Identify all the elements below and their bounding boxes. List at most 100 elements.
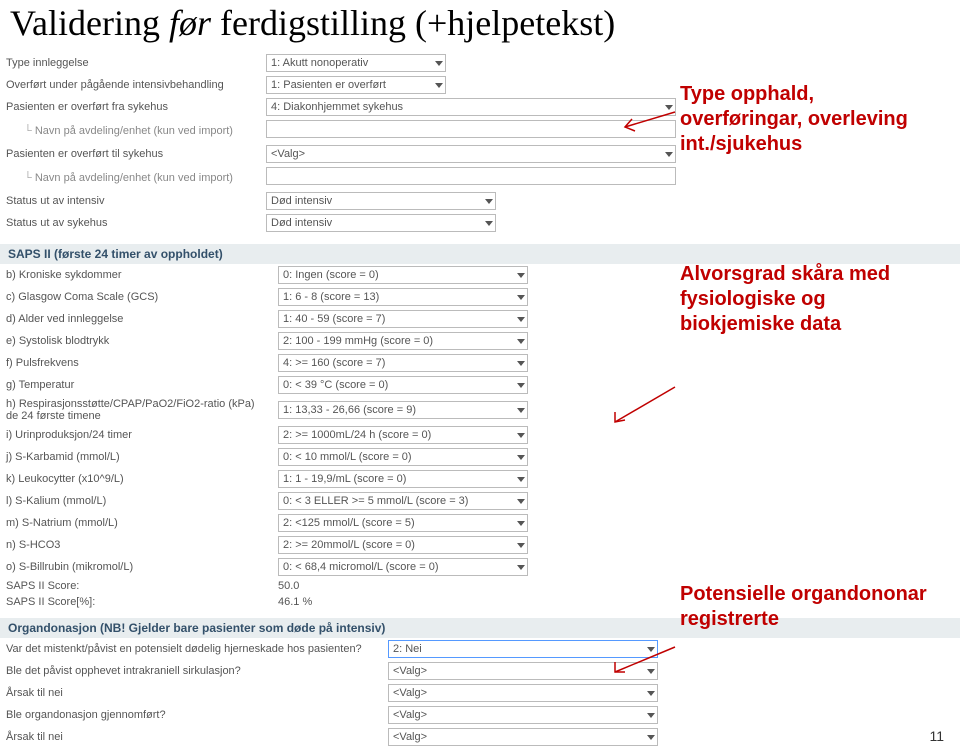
- chevron-down-icon: [517, 477, 525, 482]
- chevron-down-icon: [485, 199, 493, 204]
- dropdown[interactable]: 0: < 10 mmol/L (score = 0): [278, 448, 528, 466]
- dropdown[interactable]: <Valg>: [266, 145, 676, 163]
- callout-type-opphald: Type opphald, overføringar, overleving i…: [680, 82, 940, 157]
- field-label: SAPS II Score:: [0, 578, 272, 594]
- field-label: Årsak til nei: [0, 726, 382, 748]
- dropdown-value: 2: >= 1000mL/24 h (score = 0): [283, 429, 431, 441]
- dropdown: <Valg>: [388, 684, 658, 702]
- dropdown[interactable]: 2: <125 mmol/L (score = 5): [278, 514, 528, 532]
- dropdown[interactable]: 0: < 3 ELLER >= 5 mmol/L (score = 3): [278, 492, 528, 510]
- dropdown-value: <Valg>: [393, 709, 427, 721]
- dropdown-value: 2: <125 mmol/L (score = 5): [283, 517, 415, 529]
- field-label: Status ut av sykehus: [0, 212, 260, 234]
- field-label: k) Leukocytter (x10^9/L): [0, 468, 272, 490]
- field-label: h) Respirasjonsstøtte/CPAP/PaO2/FiO2-rat…: [0, 396, 272, 424]
- field-label: Overført under pågående intensivbehandli…: [0, 74, 260, 96]
- dropdown: Død intensiv: [266, 192, 496, 210]
- dropdown-value: <Valg>: [393, 665, 427, 677]
- callout-alvorsgrad: Alvorsgrad skåra med fysiologiske og bio…: [680, 262, 940, 337]
- dropdown-value: 4: Diakonhjemmet sykehus: [271, 101, 403, 113]
- score-value: 46.1 %: [278, 596, 312, 608]
- field-label: d) Alder ved innleggelse: [0, 308, 272, 330]
- chevron-down-icon: [517, 361, 525, 366]
- field-label: b) Kroniske sykdommer: [0, 264, 272, 286]
- chevron-down-icon: [517, 521, 525, 526]
- text-input: [266, 120, 676, 138]
- chevron-down-icon: [517, 455, 525, 460]
- field-label: SAPS II Score[%]:: [0, 594, 272, 610]
- chevron-down-icon: [517, 565, 525, 570]
- form-area: Type innleggelse 1: Akutt nonoperativ Over…: [0, 52, 960, 748]
- chevron-down-icon: [647, 713, 655, 718]
- callout-organdonor: Potensielle organdononar registrerte: [680, 582, 940, 632]
- dropdown-value: <Valg>: [271, 148, 305, 160]
- dropdown[interactable]: 2: >= 20mmol/L (score = 0): [278, 536, 528, 554]
- dropdown-value: 1: Akutt nonoperativ: [271, 57, 368, 69]
- dropdown-value: 2: Nei: [393, 643, 422, 655]
- chevron-down-icon: [435, 83, 443, 88]
- field-label: i) Urinproduksjon/24 timer: [0, 424, 272, 446]
- dropdown[interactable]: 0: < 39 °C (score = 0): [278, 376, 528, 394]
- dropdown: 1: 40 - 59 (score = 7): [278, 310, 528, 328]
- arrow-icon: [610, 382, 680, 432]
- chevron-down-icon: [517, 499, 525, 504]
- field-label: j) S-Karbamid (mmol/L): [0, 446, 272, 468]
- dropdown[interactable]: 1: 13,33 - 26,66 (score = 9): [278, 401, 528, 419]
- field-label: e) Systolisk blodtrykk: [0, 330, 272, 352]
- chevron-down-icon: [647, 735, 655, 740]
- arrow-icon: [610, 642, 680, 682]
- dropdown-value: 0: < 68,4 micromol/L (score = 0): [283, 561, 439, 573]
- dropdown-value: <Valg>: [393, 731, 427, 743]
- dropdown-value: 0: < 3 ELLER >= 5 mmol/L (score = 3): [283, 495, 468, 507]
- dropdown[interactable]: 1: Pasienten er overført: [266, 76, 446, 94]
- page-title: Validering før ferdigstilling (+hjelpete…: [0, 0, 960, 52]
- dropdown[interactable]: 2: >= 1000mL/24 h (score = 0): [278, 426, 528, 444]
- field-label: Pasienten er overført fra sykehus: [0, 96, 260, 118]
- field-label: Navn på avdeling/enhet (kun ved import): [0, 165, 260, 190]
- chevron-down-icon: [647, 691, 655, 696]
- arrow-icon: [620, 107, 680, 137]
- field-label: Årsak til nei: [0, 682, 382, 704]
- score-value: 50.0: [278, 580, 299, 592]
- saps-header: SAPS II (første 24 timer av oppholdet): [0, 244, 960, 264]
- dropdown[interactable]: 0: Ingen (score = 0): [278, 266, 528, 284]
- dropdown-value: 1: 40 - 59 (score = 7): [283, 313, 385, 325]
- field-label: g) Temperatur: [0, 374, 272, 396]
- dropdown-value: 2: 100 - 199 mmHg (score = 0): [283, 335, 433, 347]
- dropdown-value: 1: 13,33 - 26,66 (score = 9): [283, 404, 416, 416]
- field-label: Pasienten er overført til sykehus: [0, 143, 260, 165]
- dropdown-value: 0: Ingen (score = 0): [283, 269, 379, 281]
- dropdown-value: 1: 6 - 8 (score = 13): [283, 291, 379, 303]
- dropdown: <Valg>: [388, 728, 658, 746]
- chevron-down-icon: [517, 317, 525, 322]
- page-number: 11: [929, 728, 944, 744]
- field-label: o) S-Billrubin (mikromol/L): [0, 556, 272, 578]
- dropdown[interactable]: 0: < 68,4 micromol/L (score = 0): [278, 558, 528, 576]
- chevron-down-icon: [665, 152, 673, 157]
- chevron-down-icon: [517, 383, 525, 388]
- chevron-down-icon: [517, 433, 525, 438]
- field-label: f) Pulsfrekvens: [0, 352, 272, 374]
- field-label: Var det mistenkt/påvist en potensielt dø…: [0, 638, 382, 660]
- field-label: Type innleggelse: [0, 52, 260, 74]
- chevron-down-icon: [517, 339, 525, 344]
- chevron-down-icon: [517, 295, 525, 300]
- field-label: n) S-HCO3: [0, 534, 272, 556]
- organ-table: Var det mistenkt/påvist en potensielt dø…: [0, 638, 960, 748]
- chevron-down-icon: [517, 408, 525, 413]
- dropdown-value: 1: Pasienten er overført: [271, 79, 386, 91]
- dropdown-value: <Valg>: [393, 687, 427, 699]
- dropdown[interactable]: 1: 6 - 8 (score = 13): [278, 288, 528, 306]
- dropdown[interactable]: 1: Akutt nonoperativ: [266, 54, 446, 72]
- dropdown[interactable]: 4: Diakonhjemmet sykehus: [266, 98, 676, 116]
- chevron-down-icon: [485, 221, 493, 226]
- dropdown-value: Død intensiv: [271, 217, 332, 229]
- dropdown[interactable]: 1: 1 - 19,9/mL (score = 0): [278, 470, 528, 488]
- chevron-down-icon: [517, 273, 525, 278]
- field-label: Ble det påvist opphevet intrakraniell si…: [0, 660, 382, 682]
- chevron-down-icon: [435, 61, 443, 66]
- field-label: c) Glasgow Coma Scale (GCS): [0, 286, 272, 308]
- dropdown[interactable]: 4: >= 160 (score = 7): [278, 354, 528, 372]
- dropdown[interactable]: 2: 100 - 199 mmHg (score = 0): [278, 332, 528, 350]
- field-label: l) S-Kalium (mmol/L): [0, 490, 272, 512]
